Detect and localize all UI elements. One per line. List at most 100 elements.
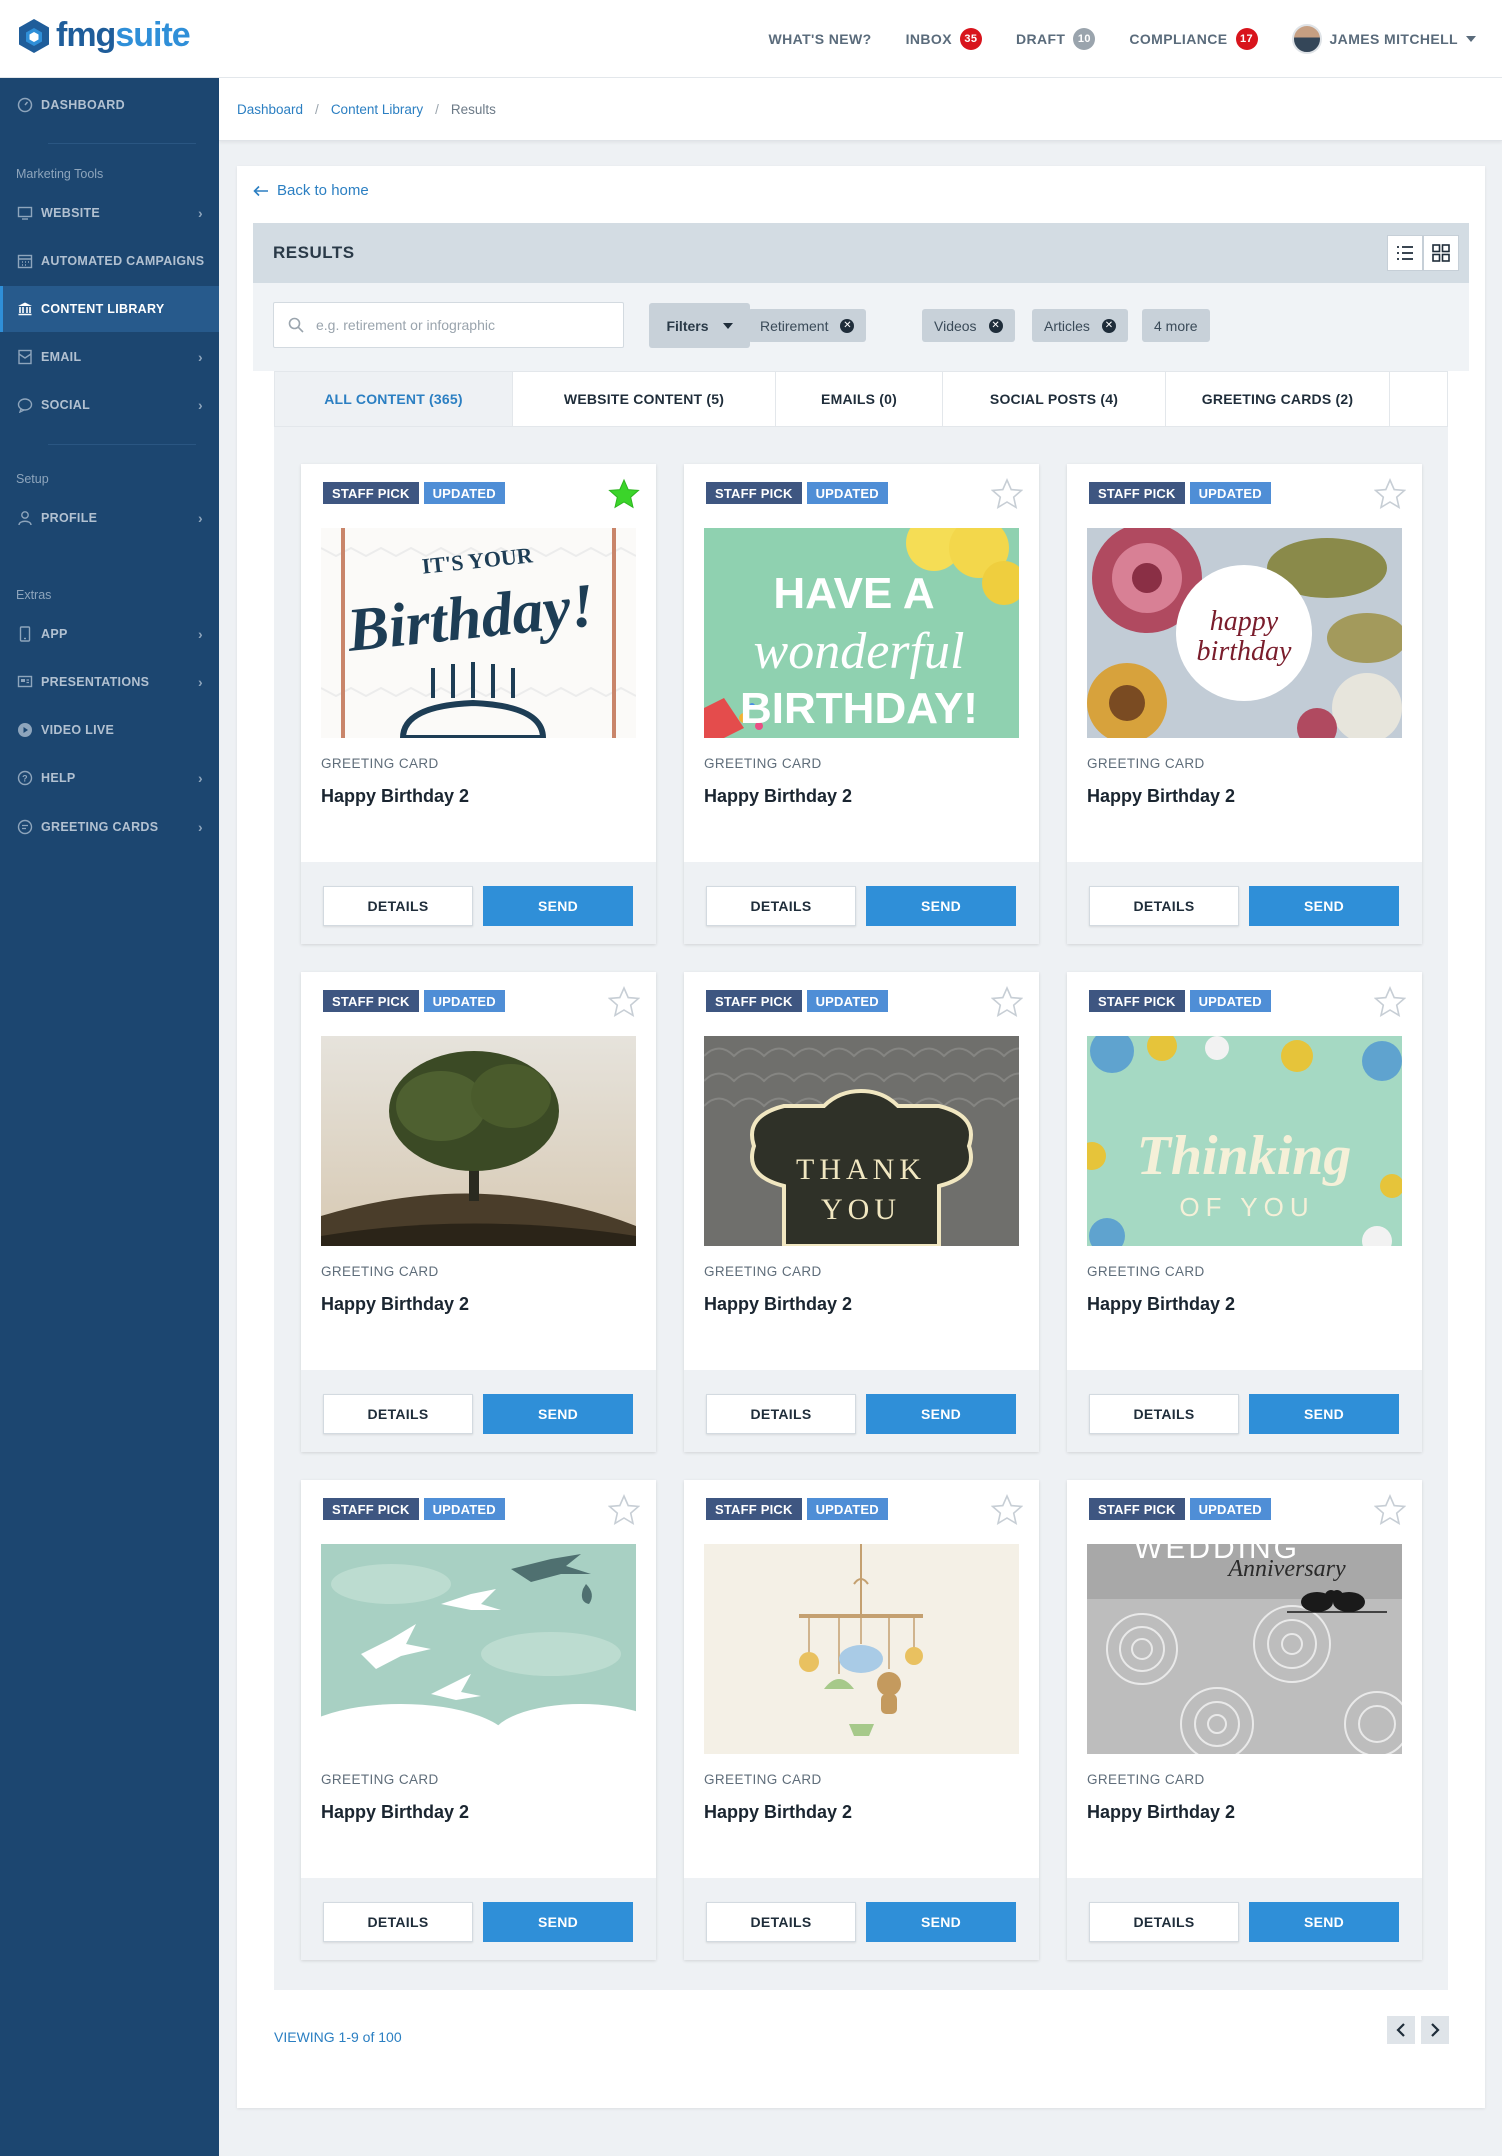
send-button[interactable]: SEND (483, 1902, 633, 1942)
chevron-right-icon: › (198, 819, 203, 835)
social-chat-icon (16, 397, 33, 414)
filter-chip-retirement[interactable]: Retirement ✕ (748, 309, 867, 342)
sidebar-item-label: VIDEO LIVE (41, 723, 115, 737)
fmgsuite-logo[interactable]: fmgsuite (18, 16, 191, 55)
staff-pick-badge: STAFF PICK (323, 990, 419, 1012)
favorite-star-icon[interactable] (1374, 1494, 1406, 1526)
prev-page-button[interactable] (1387, 2016, 1415, 2044)
details-button[interactable]: DETAILS (323, 886, 473, 926)
top-navigation: WHAT'S NEW? INBOX 35 DRAFT 10 COMPLIANCE… (768, 0, 1476, 78)
card-image-text: THANK (796, 1153, 926, 1186)
staff-pick-badge: STAFF PICK (706, 990, 802, 1012)
details-button[interactable]: DETAILS (706, 1902, 856, 1942)
tab-greeting-cards[interactable]: GREETING CARDS (2) (1166, 372, 1390, 426)
staff-pick-badge: STAFF PICK (323, 1498, 419, 1520)
back-to-home-link[interactable]: Back to home (253, 182, 369, 199)
sidebar-item-content-library[interactable]: CONTENT LIBRARY (0, 286, 219, 332)
filter-chip-videos[interactable]: Videos ✕ (922, 309, 1015, 342)
details-button[interactable]: DETAILS (706, 1394, 856, 1434)
user-menu[interactable]: JAMES MITCHELL (1291, 24, 1476, 54)
sidebar-item-profile[interactable]: PROFILE › (0, 495, 219, 541)
list-view-button[interactable] (1387, 235, 1423, 271)
next-page-button[interactable] (1421, 2016, 1449, 2044)
send-button[interactable]: SEND (1249, 886, 1399, 926)
details-button[interactable]: DETAILS (706, 886, 856, 926)
breadcrumb-dashboard-link[interactable]: Dashboard (237, 102, 303, 117)
favorite-star-icon[interactable] (1374, 986, 1406, 1018)
send-button[interactable]: SEND (483, 1394, 633, 1434)
details-button[interactable]: DETAILS (1089, 886, 1239, 926)
tab-emails[interactable]: EMAILS (0) (776, 372, 943, 426)
breadcrumb-content-library-link[interactable]: Content Library (331, 102, 423, 117)
content-tabs: ALL CONTENT (365) WEBSITE CONTENT (5) EM… (274, 371, 1448, 427)
sidebar-item-email[interactable]: EMAIL › (0, 334, 219, 380)
favorite-star-icon[interactable] (608, 986, 640, 1018)
tab-all-content[interactable]: ALL CONTENT (365) (275, 372, 513, 426)
card-type-label: GREETING CARD (1087, 1264, 1205, 1279)
grid-view-button[interactable] (1423, 235, 1459, 271)
content-card[interactable]: STAFF PICK UPDATED THANK YOU GREETING CA… (684, 972, 1039, 1452)
content-card[interactable]: STAFF PICK UPDATED WEDDING Anniversary G… (1067, 1480, 1422, 1960)
favorite-star-icon[interactable] (1374, 478, 1406, 510)
sidebar-item-help[interactable]: ? HELP › (0, 755, 219, 801)
content-card[interactable]: STAFF PICK UPDATED Thinking OF YOU GREET… (1067, 972, 1422, 1452)
chevron-right-icon: › (198, 349, 203, 365)
filters-dropdown[interactable]: Filters (649, 303, 750, 348)
send-button[interactable]: SEND (866, 1394, 1016, 1434)
send-button[interactable]: SEND (1249, 1902, 1399, 1942)
filter-chip-label: Videos (934, 317, 977, 334)
sidebar-item-video-live[interactable]: VIDEO LIVE (0, 707, 219, 753)
search-box (273, 302, 624, 348)
sidebar-item-dashboard[interactable]: DASHBOARD (0, 82, 219, 128)
filter-chip-articles[interactable]: Articles ✕ (1032, 309, 1128, 342)
sidebar-item-app[interactable]: APP › (0, 611, 219, 657)
chevron-right-icon: › (198, 626, 203, 642)
sidebar-item-presentations[interactable]: PRESENTATIONS › (0, 659, 219, 705)
card-title: Happy Birthday 2 (321, 1294, 470, 1314)
card-image-text: YOU (821, 1193, 901, 1226)
sidebar-item-greeting-cards[interactable]: GREETING CARDS › (0, 804, 219, 850)
send-button[interactable]: SEND (1249, 1394, 1399, 1434)
more-filters-chip[interactable]: 4 more (1142, 309, 1210, 342)
content-card[interactable]: STAFF PICK UPDATED GREETING CARD Happy B… (301, 1480, 656, 1960)
remove-chip-icon[interactable]: ✕ (840, 318, 855, 333)
favorite-star-icon[interactable] (991, 478, 1023, 510)
favorite-star-icon[interactable] (991, 986, 1023, 1018)
card-thumbnail-birthday: IT'S YOUR Birthday! (321, 528, 636, 738)
tab-social-posts[interactable]: SOCIAL POSTS (4) (943, 372, 1166, 426)
draft-link[interactable]: DRAFT 10 (1016, 28, 1096, 50)
baby-mobile-card-image (704, 1544, 1019, 1754)
inbox-link[interactable]: INBOX 35 (906, 28, 982, 50)
sidebar-item-website[interactable]: WEBSITE › (0, 190, 219, 236)
details-button[interactable]: DETAILS (1089, 1902, 1239, 1942)
search-input[interactable] (316, 317, 596, 333)
content-card[interactable]: STAFF PICK UPDATED GREETING CARD Happy B… (684, 1480, 1039, 1960)
email-icon (16, 349, 33, 366)
staff-pick-badge: STAFF PICK (1089, 482, 1185, 504)
favorite-star-icon[interactable] (608, 1494, 640, 1526)
send-button[interactable]: SEND (866, 1902, 1016, 1942)
staff-pick-badge: STAFF PICK (1089, 990, 1185, 1012)
sidebar-item-automated-campaigns[interactable]: AUTOMATED CAMPAIGNS (0, 238, 219, 284)
content-card[interactable]: STAFF PICK UPDATED happy birthday GREETI… (1067, 464, 1422, 944)
sidebar-item-social[interactable]: SOCIAL › (0, 382, 219, 428)
list-view-icon (1397, 246, 1413, 260)
send-button[interactable]: SEND (866, 886, 1016, 926)
card-image-text: OF YOU (1179, 1192, 1314, 1222)
favorite-star-icon[interactable] (608, 478, 640, 510)
details-button[interactable]: DETAILS (323, 1902, 473, 1942)
whats-new-link[interactable]: WHAT'S NEW? (768, 31, 871, 47)
svg-text:?: ? (22, 774, 28, 784)
search-filter-bar: Filters Retirement ✕ Videos ✕ Articles ✕… (253, 283, 1469, 371)
send-button[interactable]: SEND (483, 886, 633, 926)
tab-website-content[interactable]: WEBSITE CONTENT (5) (513, 372, 776, 426)
remove-chip-icon[interactable]: ✕ (1101, 318, 1116, 333)
content-card[interactable]: STAFF PICK UPDATED GREETING CARD Happy B… (301, 972, 656, 1452)
remove-chip-icon[interactable]: ✕ (988, 318, 1003, 333)
content-card[interactable]: STAFF PICK UPDATED HAVE A wonderful BIRT… (684, 464, 1039, 944)
compliance-link[interactable]: COMPLIANCE 17 (1129, 28, 1258, 50)
content-card[interactable]: STAFF PICK UPDATED IT'S YOUR Birthday! G… (301, 464, 656, 944)
details-button[interactable]: DETAILS (323, 1394, 473, 1434)
details-button[interactable]: DETAILS (1089, 1394, 1239, 1434)
favorite-star-icon[interactable] (991, 1494, 1023, 1526)
